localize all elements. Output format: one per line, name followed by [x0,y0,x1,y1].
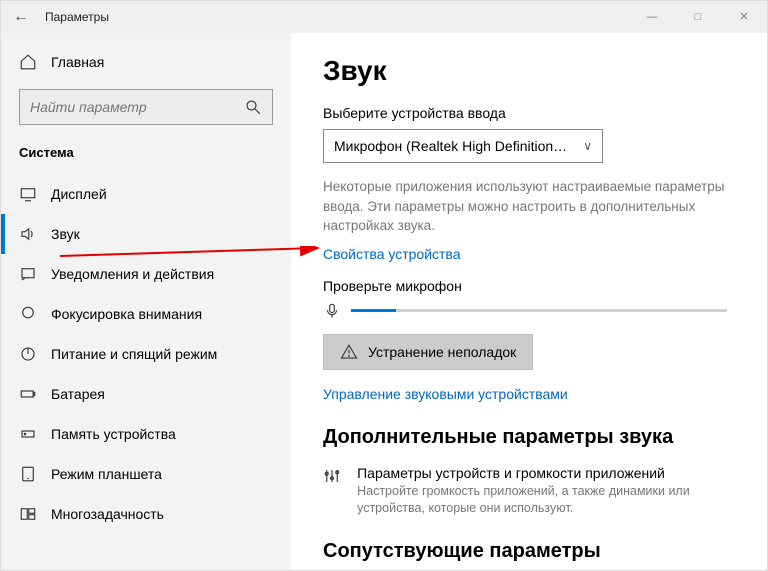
troubleshoot-button[interactable]: Устранение неполадок [323,334,533,370]
app-volume-desc: Настройте громкость приложений, а также … [357,483,727,517]
sidebar-item-display[interactable]: Дисплей [1,174,291,214]
sidebar-item-storage[interactable]: Память устройства [1,414,291,454]
back-button[interactable]: ← [1,8,41,26]
sidebar: Главная Система Дисплей Звук Уведомления… [1,33,291,570]
sidebar-group-title: Система [1,141,291,174]
sidebar-item-power[interactable]: Питание и спящий режим [1,334,291,374]
multitasking-icon [19,505,37,523]
sidebar-item-multitasking[interactable]: Многозадачность [1,494,291,534]
sidebar-item-label: Память устройства [51,426,176,442]
app-volume-row[interactable]: Параметры устройств и громкости приложен… [323,465,727,517]
chevron-down-icon: ∨ [583,139,592,153]
device-properties-link[interactable]: Свойства устройства [323,246,727,262]
troubleshoot-label: Устранение неполадок [368,344,516,360]
app-volume-title: Параметры устройств и громкости приложен… [357,465,727,481]
sidebar-item-battery[interactable]: Батарея [1,374,291,414]
sidebar-item-focus-assist[interactable]: Фокусировка внимания [1,294,291,334]
maximize-button[interactable]: □ [675,1,721,33]
search-box[interactable] [19,89,273,125]
microphone-icon [323,302,341,320]
input-help-text: Некоторые приложения используют настраив… [323,177,727,236]
storage-icon [19,425,37,443]
test-mic-label: Проверьте микрофон [323,278,727,294]
sidebar-item-label: Уведомления и действия [51,266,214,282]
tablet-icon [19,465,37,483]
display-icon [19,185,37,203]
sidebar-item-label: Дисплей [51,186,107,202]
sound-icon [19,225,37,243]
sidebar-item-label: Батарея [51,386,105,402]
sidebar-item-label: Звук [51,226,80,242]
sidebar-item-sound[interactable]: Звук [1,214,291,254]
close-button[interactable]: ✕ [721,1,767,33]
focus-assist-icon [19,305,37,323]
sidebar-item-notifications[interactable]: Уведомления и действия [1,254,291,294]
search-icon [244,98,262,116]
mic-level-bar [351,309,727,312]
titlebar: ← Параметры — □ ✕ [1,1,767,33]
power-icon [19,345,37,363]
input-device-select[interactable]: Микрофон (Realtek High Definition… ∨ [323,129,603,163]
sidebar-item-label: Фокусировка внимания [51,306,202,322]
search-input[interactable] [30,99,244,115]
notifications-icon [19,265,37,283]
minimize-button[interactable]: — [629,1,675,33]
sidebar-item-label: Многозадачность [51,506,164,522]
sidebar-home-label: Главная [51,54,104,70]
warning-icon [340,343,358,361]
input-device-label: Выберите устройства ввода [323,105,727,121]
home-icon [19,53,37,71]
sidebar-item-label: Питание и спящий режим [51,346,217,362]
battery-icon [19,385,37,403]
sliders-icon [323,467,341,485]
related-heading: Сопутствующие параметры [323,540,727,563]
sidebar-home[interactable]: Главная [1,45,291,79]
manage-sound-devices-link[interactable]: Управление звуковыми устройствами [323,386,727,402]
sidebar-item-tablet-mode[interactable]: Режим планшета [1,454,291,494]
input-device-selected: Микрофон (Realtek High Definition… [334,138,567,154]
page-title: Звук [323,55,727,87]
advanced-heading: Дополнительные параметры звука [323,426,727,449]
window-title: Параметры [41,10,629,24]
content: Звук Выберите устройства ввода Микрофон … [291,33,767,570]
sidebar-item-label: Режим планшета [51,466,162,482]
